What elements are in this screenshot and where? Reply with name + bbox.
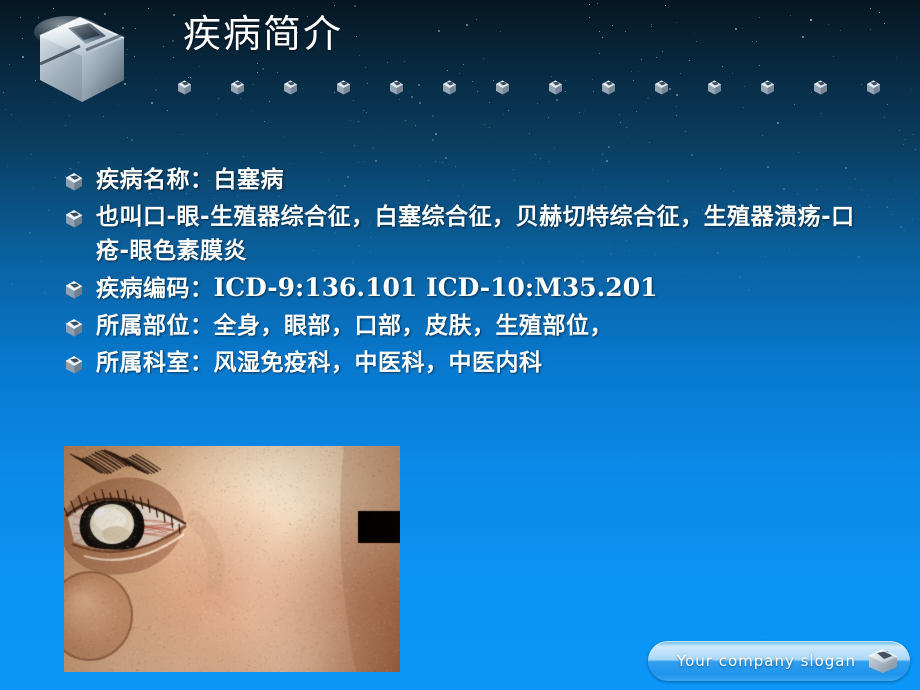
cube-bullet-icon	[64, 208, 84, 230]
bullet-text: 疾病名称：白塞病	[96, 163, 284, 197]
mini-cube-icon	[229, 78, 246, 97]
mini-cube-icon	[282, 78, 299, 97]
cube-bullet-icon	[64, 279, 84, 301]
bullet-segment: 疾病名称：白塞病	[96, 167, 284, 193]
cube-bullet-icon	[64, 354, 84, 376]
slogan-text: Your company slogan	[676, 652, 856, 670]
bullet-item: 疾病名称：白塞病	[64, 163, 864, 197]
icd-code-text: ICD-9:136.101 ICD-10:M35.201	[213, 273, 658, 302]
mini-cube-icon	[176, 78, 193, 97]
mini-cube-icon	[441, 78, 458, 97]
bullet-item: 所属部位：全身，眼部，口部，皮肤，生殖部位，	[64, 309, 864, 343]
bullet-segment: 所属部位：全身，眼部，口部，皮肤，生殖部位，	[96, 313, 613, 339]
mini-cube-icon	[600, 78, 617, 97]
mini-cube-icon	[494, 78, 511, 97]
bullet-segment: 所属科室：风湿免疫科，中医科，中医内科	[96, 350, 543, 376]
bullet-text: 疾病编码：ICD-9:136.101 ICD-10:M35.201	[96, 271, 658, 306]
bullet-list: 疾病名称：白塞病 也叫口-眼-生殖器综合征，白塞综合征，贝赫切特综合征，生殖器溃…	[64, 163, 864, 383]
bullet-segment: 疾病编码：	[96, 276, 214, 302]
mini-cube-icon	[865, 78, 882, 97]
metal-cube-icon	[866, 646, 900, 676]
bullet-text: 所属科室：风湿免疫科，中医科，中医内科	[96, 346, 543, 380]
mini-cube-icon	[335, 78, 352, 97]
mini-cube-icon	[812, 78, 829, 97]
mini-cube-icon	[706, 78, 723, 97]
bullet-segment: 也叫口-眼-生殖器综合征，白塞综合征，贝赫切特综合征，生殖器溃疡-口疮-眼色素膜…	[96, 204, 855, 264]
clinical-photo	[64, 446, 400, 672]
slide-header: 疾病简介	[0, 0, 920, 118]
bullet-text: 所属部位：全身，眼部，口部，皮肤，生殖部位，	[96, 309, 613, 343]
slide-title: 疾病简介	[183, 12, 344, 56]
header-cube-divider	[0, 78, 920, 100]
mini-cube-icon	[653, 78, 670, 97]
mini-cube-icon	[388, 78, 405, 97]
presentation-slide: 疾病简介 疾病名称：白塞病 也叫口-眼-生殖器综合征，白塞综合征，贝赫切特综合征…	[0, 0, 920, 690]
bullet-item: 也叫口-眼-生殖器综合征，白塞综合征，贝赫切特综合征，生殖器溃疡-口疮-眼色素膜…	[64, 200, 864, 268]
mini-cube-icon	[759, 78, 776, 97]
company-slogan-bar[interactable]: Your company slogan	[648, 641, 910, 681]
cube-bullet-icon	[64, 317, 84, 339]
mini-cube-icon	[547, 78, 564, 97]
bullet-text: 也叫口-眼-生殖器综合征，白塞综合征，贝赫切特综合征，生殖器溃疡-口疮-眼色素膜…	[96, 200, 864, 268]
cube-bullet-icon	[64, 171, 84, 193]
bullet-item: 疾病编码：ICD-9:136.101 ICD-10:M35.201	[64, 271, 864, 306]
bullet-item: 所属科室：风湿免疫科，中医科，中医内科	[64, 346, 864, 380]
